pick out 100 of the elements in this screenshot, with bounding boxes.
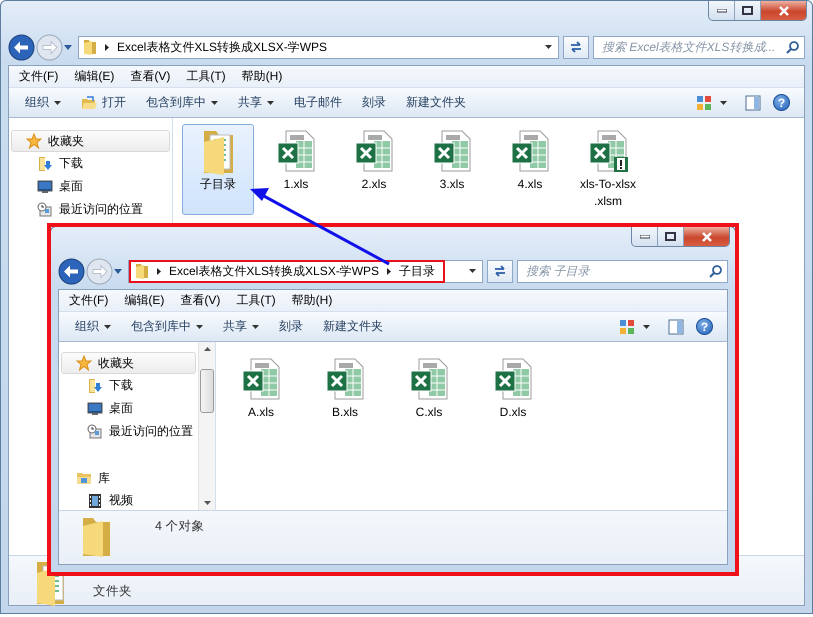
preview-pane-icon — [668, 318, 684, 334]
toolbar-button[interactable]: 组织 — [15, 90, 71, 114]
search-icon — [709, 264, 723, 278]
menu-item[interactable]: 工具(T) — [178, 68, 234, 85]
caret-icon — [211, 100, 218, 104]
toolbar-button[interactable]: 新建文件夹 — [396, 90, 476, 114]
menu-item[interactable]: 文件(F) — [11, 68, 66, 85]
nav-item[interactable]: 视频 — [59, 489, 198, 512]
folder-icon — [83, 39, 97, 55]
nav-group[interactable]: 收藏夹 — [61, 352, 196, 374]
menu-item[interactable]: 编辑(E) — [116, 292, 172, 309]
film-icon — [87, 492, 103, 508]
toolbar-button[interactable]: 共享 — [213, 314, 269, 338]
caret-icon — [720, 100, 727, 104]
menu-item[interactable]: 编辑(E) — [66, 68, 122, 85]
caret-icon — [643, 324, 650, 328]
toolbar-button[interactable]: 包含到库中 — [136, 90, 228, 114]
address-bar[interactable]: Excel表格文件XLS转换成XLSX-学WPS 子目录 — [128, 260, 483, 282]
scroll-thumb[interactable] — [200, 369, 214, 413]
toolbar-button[interactable]: 电子邮件 — [284, 90, 352, 114]
toolbar-button[interactable]: 组织 — [65, 314, 121, 338]
back-button[interactable] — [8, 34, 35, 60]
file-name: 1.xls — [284, 176, 308, 193]
nav-item[interactable]: 桌面 — [9, 175, 172, 198]
breadcrumb[interactable]: Excel表格文件XLS转换成XLSX-学WPS — [169, 262, 380, 280]
scroll-up-icon — [204, 347, 210, 351]
preview-pane-button[interactable] — [745, 94, 761, 110]
recent-places-icon — [37, 202, 53, 218]
nav-item[interactable]: 最近访问的位置 — [59, 420, 198, 443]
minimize-button[interactable] — [632, 227, 658, 246]
maximize-icon — [742, 6, 753, 15]
menu-item[interactable]: 帮助(H) — [284, 292, 340, 309]
download-folder-icon — [87, 378, 103, 394]
details-text: 4 个对象 — [155, 518, 204, 535]
close-icon — [700, 232, 712, 242]
toolbar-button[interactable]: 刻录 — [269, 314, 313, 338]
file-item[interactable]: C.xls — [393, 352, 465, 426]
nav-item[interactable]: 桌面 — [59, 397, 198, 420]
maximize-button[interactable] — [735, 1, 761, 20]
file-item[interactable]: 3.xls — [416, 124, 488, 215]
refresh-button[interactable] — [487, 260, 513, 282]
toolbar-button[interactable]: 打开 — [71, 90, 136, 114]
details-text: 文件夹 — [93, 583, 132, 600]
toolbar-button[interactable]: 刻录 — [352, 90, 396, 114]
file-item[interactable]: B.xls — [309, 352, 381, 426]
close-button[interactable] — [761, 1, 806, 20]
scroll-down-icon — [204, 501, 210, 505]
file-name: D.xls — [500, 404, 526, 421]
file-name: 3.xls — [440, 176, 464, 193]
menu-item[interactable]: 查看(V) — [122, 68, 178, 85]
maximize-icon — [665, 232, 676, 241]
toolbar-button[interactable]: 包含到库中 — [121, 314, 213, 338]
library-icon — [76, 470, 92, 486]
file-name: 4.xls — [518, 176, 542, 193]
toolbar-button[interactable]: 新建文件夹 — [313, 314, 393, 338]
nav-item[interactable]: 下载 — [59, 374, 198, 397]
refresh-icon — [568, 39, 584, 55]
maximize-button[interactable] — [658, 227, 684, 246]
menu-item[interactable]: 工具(T) — [228, 292, 284, 309]
menu-item[interactable]: 查看(V) — [172, 292, 228, 309]
file-item[interactable]: 子目录 — [182, 124, 254, 215]
search-input[interactable]: 搜索 子目录 — [526, 264, 709, 278]
caret-icon — [545, 45, 552, 49]
address-bar[interactable]: Excel表格文件XLS转换成XLSX-学WPS — [78, 36, 559, 58]
toolbar-button[interactable]: 共享 — [228, 90, 284, 114]
folder-icon — [135, 263, 149, 279]
file-item[interactable]: A.xls — [225, 352, 297, 426]
search-field[interactable]: 搜索 Excel表格文件XLS转换成... — [593, 36, 805, 58]
file-item[interactable]: 2.xls — [338, 124, 410, 215]
minimize-button[interactable] — [709, 1, 735, 20]
search-icon — [786, 40, 800, 54]
breadcrumb[interactable]: 子目录 — [399, 262, 436, 280]
caret-icon — [469, 269, 476, 273]
file-item[interactable]: 1.xls — [260, 124, 332, 215]
breadcrumb[interactable]: Excel表格文件XLS转换成XLSX-学WPS — [117, 38, 328, 56]
preview-pane-icon — [745, 94, 761, 110]
search-field[interactable]: 搜索 子目录 — [517, 260, 728, 282]
nav-group[interactable]: 收藏夹 — [11, 130, 170, 152]
menu-item[interactable]: 帮助(H) — [234, 68, 290, 85]
nav-item[interactable]: 下载 — [9, 152, 172, 175]
menu-item[interactable]: 文件(F) — [61, 292, 116, 309]
history-button[interactable] — [64, 44, 72, 50]
star-icon — [76, 355, 92, 371]
caret-icon — [267, 100, 274, 104]
file-name: 子目录 — [200, 176, 236, 193]
file-item[interactable]: D.xls — [477, 352, 549, 426]
history-button[interactable] — [114, 268, 122, 274]
monitor-icon — [87, 400, 103, 416]
preview-pane-button[interactable] — [668, 318, 684, 334]
back-button[interactable] — [58, 258, 85, 284]
nav-item[interactable]: 最近访问的位置 — [9, 198, 172, 221]
nav-group[interactable]: 库 — [61, 467, 196, 489]
close-button[interactable] — [684, 227, 729, 246]
file-name: 2.xls — [362, 176, 386, 193]
file-item[interactable]: xls-To-xlsx .xlsm — [572, 124, 644, 215]
refresh-button[interactable] — [563, 36, 589, 58]
file-item[interactable]: 4.xls — [494, 124, 566, 215]
search-input[interactable]: 搜索 Excel表格文件XLS转换成... — [602, 40, 786, 54]
caret-icon — [114, 268, 122, 274]
scrollbar[interactable] — [198, 342, 215, 510]
